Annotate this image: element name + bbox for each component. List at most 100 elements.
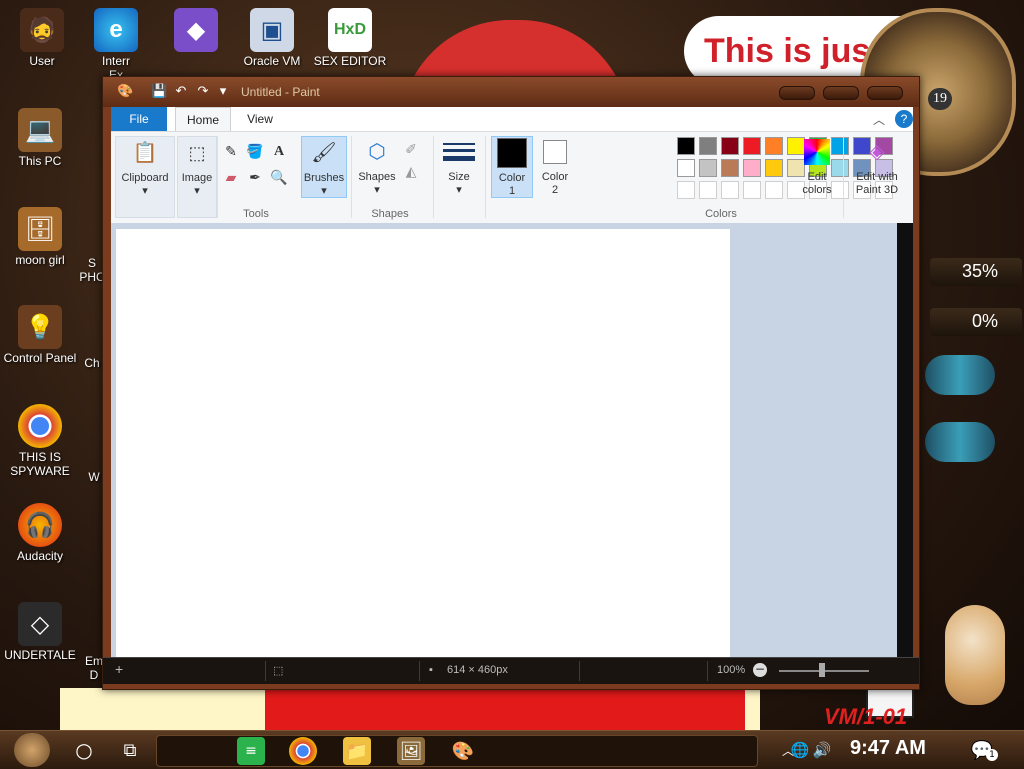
tube-widget-2	[925, 422, 995, 462]
cabinet-icon: 🗄	[18, 207, 62, 251]
image-app-icon[interactable]: 🖼	[397, 737, 425, 765]
shapes-group-label: Shapes	[371, 208, 409, 220]
hamster-image	[945, 605, 1005, 705]
palette-swatch[interactable]	[699, 181, 717, 199]
start-button[interactable]	[14, 733, 50, 767]
shapes-button[interactable]: ⬡ Shapes ▾	[355, 136, 399, 197]
fill-icon[interactable]: 🪣	[245, 142, 265, 162]
ribbon: 📋 Clipboard ▾ ⬚ Image ▾ ✎ 🪣 A ▰ ✒ 🔍 Tool…	[111, 131, 913, 223]
desktop-icon-internet-explorer[interactable]: e Interr Ex	[76, 8, 156, 82]
tab-view[interactable]: View	[235, 107, 285, 131]
outline-icon[interactable]: ✐	[401, 140, 421, 160]
tab-file[interactable]: File	[111, 107, 167, 131]
palette-swatch[interactable]	[765, 181, 783, 199]
customize-icon[interactable]: ▾	[215, 84, 231, 100]
palette-swatch[interactable]	[721, 159, 739, 177]
selection-size-icon: ⬚	[273, 665, 284, 677]
search-icon[interactable]: ○	[70, 736, 98, 764]
paint-taskbar-icon[interactable]: 🎨	[449, 737, 477, 765]
title-bar[interactable]: 🎨 💾 ↶ ↷ ▾ Untitled - Paint	[103, 77, 919, 107]
edit-colors-button[interactable]: Edit colors	[797, 136, 837, 196]
palette-swatch[interactable]	[677, 159, 695, 177]
text-tool-icon[interactable]: A	[269, 142, 289, 162]
brush-icon: 🖌	[311, 141, 337, 164]
desktop-icon-user[interactable]: 🧔 User	[0, 8, 84, 68]
magnifier-icon[interactable]: 🔍	[269, 168, 289, 188]
save-icon[interactable]: 💾	[151, 84, 167, 100]
edit-with-paint3d-button[interactable]: ◈ Edit with Paint 3D	[847, 136, 907, 197]
line-width-icon	[443, 136, 475, 168]
clipboard-button[interactable]: 📋 Clipboard ▾	[115, 136, 175, 218]
palette-swatch[interactable]	[677, 137, 695, 155]
palette-swatch[interactable]	[721, 181, 739, 199]
paint-window: 🎨 💾 ↶ ↷ ▾ Untitled - Paint File Home Vie…	[102, 76, 920, 690]
tools-group-label: Tools	[243, 208, 269, 220]
minimize-button[interactable]	[779, 86, 815, 100]
edge-icon: e	[94, 8, 138, 52]
redo-icon[interactable]: ↷	[195, 84, 211, 100]
eraser-icon[interactable]: ▰	[221, 168, 241, 188]
palette-swatch[interactable]	[699, 137, 717, 155]
pencil-icon[interactable]: ✎	[221, 142, 241, 162]
maximize-button[interactable]	[823, 86, 859, 100]
chevron-down-icon: ▾	[194, 185, 200, 197]
color-picker-icon[interactable]: ✒	[245, 168, 265, 188]
computer-icon: 💻	[18, 108, 62, 152]
color1-button[interactable]: Color 1	[491, 136, 533, 198]
size-button[interactable]: Size ▾	[439, 136, 479, 196]
desktop-icon-audacity[interactable]: 🎧 Audacity	[0, 503, 82, 563]
palette-swatch[interactable]	[765, 159, 783, 177]
desktop-icon-oracle-vm[interactable]: ▣ Oracle VM	[230, 8, 314, 68]
close-button[interactable]	[867, 86, 903, 100]
zoom-slider-handle[interactable]	[819, 663, 825, 677]
wallpaper-poster	[60, 688, 760, 730]
canvas-workspace	[111, 223, 897, 657]
chevron-down-icon: ▾	[142, 185, 148, 197]
tube-widget-1	[925, 355, 995, 395]
paint-icon[interactable]: 🎨	[117, 84, 133, 100]
image-button[interactable]: ⬚ Image ▾	[177, 136, 217, 218]
desktop-icon-moon-girl[interactable]: 🗄 moon girl	[0, 207, 82, 267]
desktop-icon-chrome[interactable]: ◉ THIS IS SPYWARE	[0, 404, 82, 478]
chevron-down-icon: ▾	[456, 184, 462, 196]
brushes-button[interactable]: 🖌 Brushes ▾	[301, 136, 347, 198]
task-view-icon[interactable]: ⧉	[116, 736, 144, 764]
tab-home[interactable]: Home	[175, 107, 231, 131]
desktop-icon-this-pc[interactable]: 💻 This PC	[0, 108, 82, 168]
audacity-icon: 🎧	[18, 503, 62, 547]
palette-swatch[interactable]	[721, 137, 739, 155]
chevron-down-icon: ▾	[321, 185, 327, 197]
shape-fill-icon[interactable]: ◭	[401, 162, 421, 182]
taskbar: ○ ⧉ ≡ 📁 🖼 🎨 ︿ 🌐 🔊 9:47 AM 💬 1	[0, 730, 1024, 769]
file-explorer-icon[interactable]: 📁	[343, 737, 371, 765]
desktop-icon-undertale[interactable]: ◇ UNDERTALE	[0, 602, 82, 662]
palette-swatch[interactable]	[743, 159, 761, 177]
desktop-icon-control-panel[interactable]: 💡 Control Panel	[0, 305, 82, 365]
taskbar-apps-track: ≡ 📁 🖼 🎨	[156, 735, 758, 767]
palette-swatch[interactable]	[743, 137, 761, 155]
help-icon[interactable]: ?	[895, 110, 913, 128]
volume-icon[interactable]: 🔊	[808, 736, 836, 764]
chrome-icon: ◉	[18, 404, 62, 448]
color2-button[interactable]: Color 2	[535, 136, 575, 196]
notification-badge: 1	[986, 749, 998, 761]
desktop-icon-visual-studio[interactable]: ◆	[154, 8, 238, 54]
color2-swatch	[543, 140, 567, 164]
chrome-taskbar-icon[interactable]	[289, 737, 317, 765]
gauge-widget-1: 35%	[930, 258, 1022, 286]
palette-swatch[interactable]	[743, 181, 761, 199]
desktop-icon-hex-editor[interactable]: HxD SEX EDITOR	[308, 8, 392, 68]
zoom-out-button[interactable]: −	[753, 663, 767, 677]
taskbar-clock[interactable]: 9:47 AM	[850, 737, 926, 760]
palette-swatch[interactable]	[677, 181, 695, 199]
visual-studio-icon: ◆	[174, 8, 218, 52]
vertical-scrollbar[interactable]	[897, 223, 913, 657]
cursor-position-icon: +	[115, 661, 124, 677]
sheets-app-icon[interactable]: ≡	[237, 737, 265, 765]
palette-swatch[interactable]	[699, 159, 717, 177]
drawing-canvas[interactable]	[116, 229, 730, 657]
colors-group-label: Colors	[705, 208, 737, 220]
undo-icon[interactable]: ↶	[173, 84, 189, 100]
collapse-ribbon-icon[interactable]: ︿	[873, 111, 885, 128]
palette-swatch[interactable]	[765, 137, 783, 155]
